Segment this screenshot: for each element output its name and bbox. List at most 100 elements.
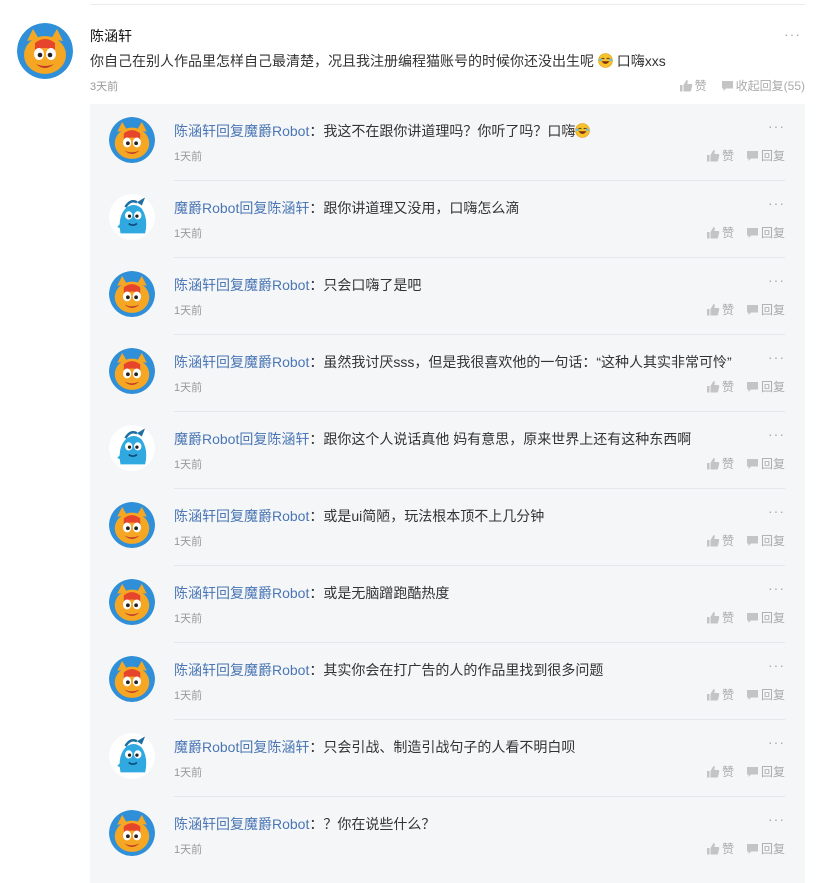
reply-target[interactable]: 魔爵Robot [244,585,309,601]
reply-author[interactable]: 魔爵Robot [174,431,239,447]
reply-actions: 赞 回复 [706,378,785,395]
more-options-icon[interactable]: ··· [768,118,785,134]
more-options-icon[interactable]: ··· [768,349,785,365]
reply-author[interactable]: 陈涵轩 [174,354,216,370]
more-options-icon[interactable]: ··· [768,195,785,211]
orange-cat-avatar-icon[interactable] [109,656,155,702]
blue-robot-avatar-icon[interactable] [109,194,155,240]
commenter-name[interactable]: 陈涵轩 [90,26,132,46]
reply-time: 1天前 [174,305,203,317]
more-options-icon[interactable]: ··· [768,426,785,442]
comment-actions: 赞 收起回复(55) [679,77,805,94]
reply-actions: 赞 回复 [706,686,785,703]
like-button[interactable]: 赞 [706,147,734,164]
reply-text: 只会口嗨了是吧 [323,277,422,293]
thumbs-up-icon [706,304,720,316]
orange-cat-avatar-icon[interactable] [109,271,155,317]
orange-cat-avatar-icon[interactable] [109,810,155,856]
like-label: 赞 [721,226,734,240]
reply-actions: 赞 回复 [706,609,785,626]
more-options-icon[interactable]: ··· [768,272,785,288]
reply-separator: ： [309,277,324,293]
reply-author[interactable]: 陈涵轩 [174,123,216,139]
comment-body: 你自己在别人作品里怎样自己最清楚，况且我注册编程猫账号的时候你还没出生呢 [90,53,594,69]
reply-separator: ： [309,200,324,216]
orange-cat-avatar-icon[interactable] [109,348,155,394]
reply-label: 回复 [760,380,785,394]
reply-author[interactable]: 魔爵Robot [174,200,239,216]
like-button[interactable]: 赞 [706,840,734,857]
reply-author[interactable]: 陈涵轩 [174,585,216,601]
like-button[interactable]: 赞 [706,763,734,780]
comment-suffix: 口嗨xxs [616,53,666,69]
reply-item: 魔爵Robot回复陈涵轩：跟你这个人说话真他 妈有意思，原来世界上还有这种东西啊… [90,412,805,489]
reply-target[interactable]: 魔爵Robot [244,508,309,524]
like-button[interactable]: 赞 [706,686,734,703]
reply-button[interactable]: 回复 [746,224,785,241]
like-button[interactable]: 赞 [679,77,707,94]
collapse-replies-button[interactable]: 收起回复(55) [721,77,805,94]
reply-bubble-icon [746,381,758,392]
reply-button[interactable]: 回复 [746,609,785,626]
reply-author[interactable]: 魔爵Robot [174,739,239,755]
reply-target[interactable]: 魔爵Robot [244,354,309,370]
like-button[interactable]: 赞 [706,455,734,472]
more-options-icon[interactable]: ··· [768,734,785,750]
thumbs-up-icon [706,458,720,470]
more-options-icon[interactable]: ··· [768,503,785,519]
reply-target[interactable]: 陈涵轩 [267,739,309,755]
reply-button[interactable]: 回复 [746,378,785,395]
like-button[interactable]: 赞 [706,224,734,241]
like-button[interactable]: 赞 [706,301,734,318]
reply-verb: 回复 [216,816,244,832]
reply-author[interactable]: 陈涵轩 [174,508,216,524]
reply-button[interactable]: 回复 [746,840,785,857]
like-label: 赞 [721,611,734,625]
orange-cat-avatar-icon[interactable] [109,117,155,163]
reply-button[interactable]: 回复 [746,147,785,164]
reply-separator: ： [309,354,324,370]
reply-label: 回复 [760,611,785,625]
reply-verb: 回复 [216,585,244,601]
blue-robot-avatar-icon[interactable] [109,733,155,779]
reply-target[interactable]: 魔爵Robot [244,662,309,678]
blue-robot-avatar-icon[interactable] [109,425,155,471]
more-options-icon[interactable]: ··· [768,657,785,673]
reply-verb: 回复 [216,508,244,524]
more-options-icon[interactable]: ··· [784,26,801,42]
orange-cat-avatar-icon[interactable] [109,579,155,625]
reply-line: 魔爵Robot回复陈涵轩：只会引战、制造引战句子的人看不明白呗 [174,737,575,757]
more-options-icon[interactable]: ··· [768,580,785,596]
like-button[interactable]: 赞 [706,532,734,549]
reply-button[interactable]: 回复 [746,455,785,472]
orange-cat-avatar-icon[interactable] [17,23,73,79]
orange-cat-avatar-icon[interactable] [109,502,155,548]
reply-separator: ： [309,508,324,524]
reply-button[interactable]: 回复 [746,763,785,780]
reply-actions: 赞 回复 [706,224,785,241]
reply-item: 魔爵Robot回复陈涵轩：只会引战、制造引战句子的人看不明白呗 1天前 ··· 赞 回复 [90,720,805,797]
reply-button[interactable]: 回复 [746,686,785,703]
reply-target[interactable]: 魔爵Robot [244,277,309,293]
reply-time: 1天前 [174,767,203,779]
reply-item: 陈涵轩回复魔爵Robot：只会口嗨了是吧 1天前 ··· 赞回复 [90,258,805,335]
reply-author[interactable]: 陈涵轩 [174,662,216,678]
reply-time: 1天前 [174,228,203,240]
reply-target[interactable]: 魔爵Robot [244,816,309,832]
reply-target[interactable]: 陈涵轩 [267,431,309,447]
reply-target[interactable]: 陈涵轩 [267,200,309,216]
reply-author[interactable]: 陈涵轩 [174,277,216,293]
like-label: 赞 [721,149,734,163]
reply-target[interactable]: 魔爵Robot [244,123,309,139]
reply-verb: 回复 [216,277,244,293]
more-options-icon[interactable]: ··· [768,811,785,827]
reply-author[interactable]: 陈涵轩 [174,816,216,832]
like-button[interactable]: 赞 [706,378,734,395]
reply-button[interactable]: 回复 [746,301,785,318]
reply-label: 回复 [760,765,785,779]
thumbs-up-icon [706,150,720,162]
like-button[interactable]: 赞 [706,609,734,626]
thumbs-up-icon [706,843,720,855]
like-label: 赞 [694,79,707,93]
reply-button[interactable]: 回复 [746,532,785,549]
